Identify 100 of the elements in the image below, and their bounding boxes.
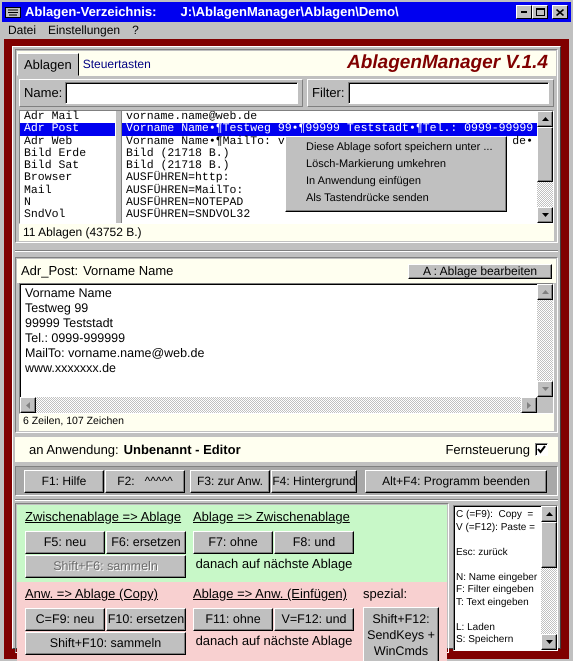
field-label: Name:	[24, 85, 62, 101]
action-button[interactable]: V=F12: und	[274, 608, 354, 631]
entry-name: Adr_Post:	[21, 263, 78, 279]
close-icon	[556, 8, 564, 16]
list-item[interactable]: Mail	[20, 184, 115, 198]
list-item[interactable]: Bild Sat	[20, 160, 115, 172]
down-arrow-icon	[542, 213, 548, 217]
text-line: MailTo: vorname.name@web.de	[25, 346, 206, 361]
scroll-thumb[interactable]	[541, 522, 557, 568]
menu-item[interactable]: Lösch-Markierung umkehren	[288, 157, 504, 174]
edit-button[interactable]: A : Ablage bearbeiten	[408, 264, 552, 278]
action-button[interactable]: F6: ersetzen	[106, 531, 186, 554]
left-arrow-icon	[26, 402, 30, 408]
action-button[interactable]: Shift+F10: sammeln	[25, 632, 186, 655]
action-button[interactable]: F7: ohne	[193, 531, 273, 554]
action-button[interactable]: Shift+F12: SendKeys + WinCmds	[363, 607, 439, 661]
scroll-up-button[interactable]	[537, 111, 553, 127]
scroll-down-button[interactable]	[537, 207, 553, 223]
maximize-icon	[536, 8, 544, 16]
list-status: 11 Ablagen (43752 B.)	[19, 224, 554, 241]
entry-title: Vorname Name	[83, 263, 174, 279]
folder-path: J:\AblagenManager\Ablagen\Demo\	[180, 4, 399, 20]
action-button[interactable]: F5: neu	[25, 531, 105, 554]
scroll-down-button[interactable]	[537, 381, 553, 397]
checkbox[interactable]	[535, 443, 548, 456]
vertical-scrollbar[interactable]	[537, 284, 553, 397]
entry-content: AUSFÜHREN=SNDVOL32	[126, 209, 250, 222]
menu-item[interactable]: ?	[132, 23, 139, 38]
window-title: Ablagen-Verzeichnis:	[25, 4, 156, 20]
action-button[interactable]: F11: ohne	[193, 608, 273, 631]
help-line: T: Text eingeben	[456, 596, 530, 609]
down-arrow-icon	[546, 640, 552, 644]
close-button[interactable]	[552, 5, 568, 19]
menu-item[interactable]: In Anwendung einfügen	[288, 174, 504, 191]
menu-item[interactable]: Als Tastendrücke senden	[288, 191, 504, 208]
list-item[interactable]: SndVol	[20, 209, 115, 222]
scroll-left-button[interactable]	[20, 397, 36, 413]
text-area[interactable]: Vorname Name Testweg 99 99999 Teststadt Tel.: 0999-999999 MailTo: vorname.name@web.de www.xxxxxxx.de	[19, 283, 554, 414]
name-field[interactable]	[65, 82, 298, 104]
list-item[interactable]: Bild Erde	[20, 148, 115, 160]
text-line: Vorname Name	[25, 286, 113, 301]
tab[interactable]: Steuertasten	[78, 53, 155, 76]
section-heading: Anw. => Ablage (Copy)	[25, 586, 159, 603]
function-key-button[interactable]: F2: ^^^^^	[105, 470, 185, 492]
scroll-down-button[interactable]	[541, 634, 557, 650]
vertical-scrollbar[interactable]	[541, 506, 557, 650]
help-line: V (=F12): Paste =	[456, 522, 536, 534]
section-heading: Ablage => Zwischenablage	[193, 509, 351, 526]
action-button: Shift+F6: sammeln	[25, 555, 186, 578]
section-heading: Ablage => Anw. (Einfügen)	[193, 586, 348, 603]
list-item[interactable]: Browser	[20, 172, 115, 185]
menu-item[interactable]: Diese Ablage sofort speichern unter ...	[288, 140, 504, 157]
scroll-right-button[interactable]	[521, 397, 537, 413]
section-heading: spezial:	[363, 586, 408, 603]
checkbox-label: Fernsteuerung	[445, 442, 530, 458]
up-arrow-icon	[546, 512, 552, 516]
target-app: Unbenannt - Editor	[124, 442, 241, 458]
scrollbar-corner	[537, 397, 553, 413]
action-button[interactable]: F10: ersetzen	[106, 608, 186, 631]
up-arrow-icon	[542, 117, 548, 121]
list-row[interactable]: vorname.name@web.de	[122, 111, 537, 124]
target-label: an Anwendung:	[29, 442, 119, 458]
entry-content: vorname.name@web.de	[126, 111, 258, 123]
function-key-button[interactable]: Alt+F4: Programm beenden	[365, 470, 547, 492]
right-arrow-icon	[527, 402, 531, 408]
scroll-up-button[interactable]	[537, 284, 553, 300]
filter-field[interactable]	[348, 82, 549, 104]
minimize-icon	[521, 11, 527, 13]
help-line: N: Name eingeber	[456, 572, 538, 584]
field-label: Filter:	[312, 85, 344, 101]
maximize-button[interactable]	[532, 5, 548, 19]
list-item[interactable]: N	[20, 197, 115, 210]
help-line: Esc: zurück	[456, 546, 509, 559]
function-key-button[interactable]: F1: Hilfe	[24, 470, 104, 492]
action-button[interactable]: F8: und	[274, 531, 354, 554]
hint-text: danach auf nächste Ablage	[194, 556, 354, 572]
splitter[interactable]	[115, 111, 122, 223]
list-item[interactable]: Adr Mail	[20, 111, 115, 124]
text-line: www.xxxxxxx.de	[25, 361, 117, 376]
text-status: 6 Zeilen, 107 Zeichen	[19, 414, 554, 431]
function-key-button[interactable]: F4: Hintergrund	[271, 470, 357, 492]
scroll-thumb[interactable]	[537, 127, 553, 182]
text-line: 99999 Teststadt	[25, 316, 114, 331]
vertical-scrollbar[interactable]	[537, 111, 553, 223]
action-button[interactable]: C=F9: neu	[25, 608, 105, 631]
list-item[interactable]: Adr Web	[20, 136, 115, 148]
menu-item[interactable]: Einstellungen	[48, 23, 120, 38]
horizontal-scrollbar[interactable]	[20, 397, 537, 413]
minimize-button[interactable]	[516, 5, 532, 19]
list-item[interactable]: Adr Post	[20, 123, 115, 136]
tab[interactable]: Ablagen	[17, 53, 79, 76]
function-key-button[interactable]: F3: zur Anw.	[190, 470, 270, 492]
section-heading: Zwischenablage => Ablage	[25, 509, 182, 526]
scroll-up-button[interactable]	[541, 506, 557, 522]
text-line: Testweg 99	[25, 301, 90, 316]
list-row[interactable]: AUSFÜHREN=SNDVOL32	[122, 209, 537, 222]
menu-item[interactable]: Datei	[8, 23, 36, 38]
check-icon	[537, 445, 546, 454]
hint-text: danach auf nächste Ablage	[194, 633, 354, 649]
up-arrow-icon	[542, 290, 548, 294]
